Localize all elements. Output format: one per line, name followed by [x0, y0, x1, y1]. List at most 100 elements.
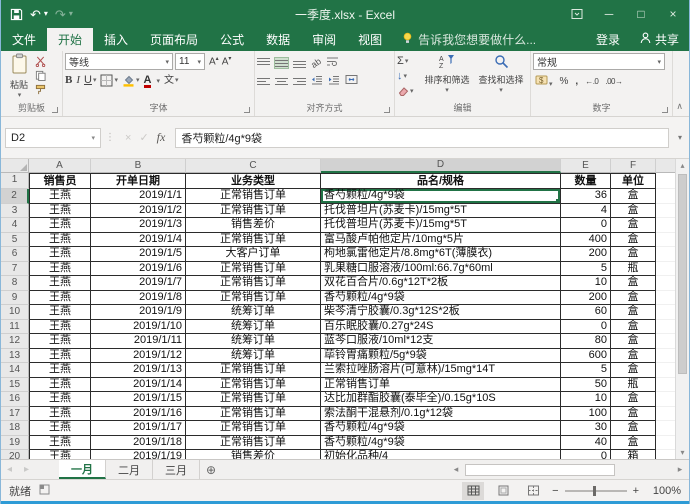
cell-C10[interactable]: 统筹订单 — [186, 305, 321, 320]
cell-C7[interactable]: 正常销售订单 — [186, 261, 321, 276]
cell-B9[interactable]: 2019/1/8 — [91, 290, 186, 305]
empty-cell-area[interactable] — [656, 363, 676, 378]
italic-button[interactable]: I — [76, 75, 80, 86]
new-sheet-button[interactable]: ⊕ — [200, 460, 222, 479]
cell-D18[interactable]: 香芍颗粒/4g*9袋 — [321, 421, 561, 436]
cell-A13[interactable]: 王燕 — [29, 348, 91, 363]
tab-page-layout[interactable]: 页面布局 — [139, 28, 209, 51]
format-painter-icon[interactable] — [35, 83, 46, 95]
cell-E11[interactable]: 0 — [561, 319, 611, 334]
cell-D4[interactable]: 托伐普坦片(苏麦卡)/15mg*5T — [321, 218, 561, 233]
cell-B7[interactable]: 2019/1/6 — [91, 261, 186, 276]
cell-D17[interactable]: 索法酮干混悬剂/0.1g*12袋 — [321, 406, 561, 421]
cut-icon[interactable] — [35, 55, 46, 67]
cell-B4[interactable]: 2019/1/3 — [91, 218, 186, 233]
column-header-C[interactable]: C — [186, 159, 321, 173]
cell-B17[interactable]: 2019/1/16 — [91, 406, 186, 421]
cell-C17[interactable]: 正常销售订单 — [186, 406, 321, 421]
paste-button[interactable]: 粘贴 ▾ — [3, 53, 35, 103]
scroll-right-icon[interactable]: ▸ — [673, 464, 687, 475]
orientation-icon[interactable]: ab — [309, 56, 323, 70]
cell-F19[interactable]: 盒 — [611, 435, 656, 450]
cell-C3[interactable]: 正常销售订单 — [186, 203, 321, 218]
cell-F3[interactable]: 盒 — [611, 203, 656, 218]
undo-button[interactable]: ↶ — [30, 8, 41, 21]
empty-cell-area[interactable] — [656, 407, 676, 421]
font-size-combobox[interactable]: 11 ▾ — [175, 53, 205, 70]
cell-D3[interactable]: 托伐普坦片(苏麦卡)/15mg*5T — [321, 203, 561, 218]
macro-record-icon[interactable] — [39, 484, 50, 498]
sign-in-button[interactable]: 登录 — [586, 28, 630, 51]
zoom-out-button[interactable]: − — [552, 485, 558, 497]
empty-cell-area[interactable] — [656, 320, 676, 334]
cell-A5[interactable]: 王燕 — [29, 232, 91, 247]
cell-C4[interactable]: 销售差价 — [186, 218, 321, 233]
close-button[interactable]: × — [657, 0, 689, 28]
number-dialog-launcher-icon[interactable] — [662, 107, 668, 113]
alignment-dialog-launcher-icon[interactable] — [384, 107, 390, 113]
cell-E5[interactable]: 400 — [561, 232, 611, 247]
cell-B19[interactable]: 2019/1/18 — [91, 435, 186, 450]
tab-formulas[interactable]: 公式 — [209, 28, 255, 51]
horizontal-scroll-thumb[interactable] — [465, 463, 615, 476]
cell-C13[interactable]: 统筹订单 — [186, 348, 321, 363]
formula-input[interactable]: 香芍颗粒/4g*9袋 — [175, 127, 669, 148]
cell-E14[interactable]: 5 — [561, 363, 611, 378]
name-box[interactable]: D2 ▾ — [5, 127, 101, 148]
font-name-combobox[interactable]: 等线 ▾ — [65, 53, 173, 70]
name-box-dropdown-icon[interactable]: ▾ — [91, 134, 95, 142]
row-header-16[interactable]: 16 — [1, 392, 29, 407]
align-bottom-icon[interactable] — [293, 58, 306, 68]
cell-F13[interactable]: 盒 — [611, 348, 656, 363]
empty-cell-area[interactable] — [656, 378, 676, 392]
empty-cell-area[interactable] — [656, 262, 676, 276]
row-header-1[interactable]: 1 — [1, 173, 29, 189]
clipboard-dialog-launcher-icon[interactable] — [52, 107, 58, 113]
font-color-button[interactable]: A — [143, 75, 152, 88]
cell-E13[interactable]: 600 — [561, 348, 611, 363]
font-dialog-launcher-icon[interactable] — [244, 107, 250, 113]
zoom-slider-thumb[interactable] — [592, 485, 596, 496]
empty-cell-area[interactable] — [656, 305, 676, 320]
cell-D12[interactable]: 蓝芩口服液/10ml*12支 — [321, 334, 561, 349]
cell-B11[interactable]: 2019/1/10 — [91, 319, 186, 334]
column-header-B[interactable]: B — [91, 159, 186, 173]
zoom-in-button[interactable]: + — [633, 485, 639, 497]
cell-C12[interactable]: 统筹订单 — [186, 334, 321, 349]
normal-view-button[interactable] — [462, 481, 485, 500]
row-header-13[interactable]: 13 — [1, 348, 29, 363]
scroll-down-icon[interactable]: ▾ — [681, 446, 685, 459]
column-header-E[interactable]: E — [561, 159, 611, 173]
cell-E20[interactable]: 0 — [561, 450, 611, 459]
row-header-12[interactable]: 12 — [1, 334, 29, 349]
cell-B12[interactable]: 2019/1/11 — [91, 334, 186, 349]
underline-button[interactable]: U ▾ — [84, 75, 96, 86]
scroll-up-icon[interactable]: ▴ — [681, 159, 685, 172]
sheet-tab-january[interactable]: 一月 — [59, 460, 106, 479]
autosum-button[interactable]: Σ ▾ — [397, 54, 420, 68]
cell-D9[interactable]: 香芍颗粒/4g*9袋 — [321, 290, 561, 305]
cell-F10[interactable]: 盒 — [611, 305, 656, 320]
cell-C19[interactable]: 正常销售订单 — [186, 435, 321, 450]
decrease-indent-icon[interactable] — [311, 72, 323, 90]
empty-cell-area[interactable] — [656, 349, 676, 363]
cell-A17[interactable]: 王燕 — [29, 406, 91, 421]
row-header-5[interactable]: 5 — [1, 232, 29, 247]
row-header-6[interactable]: 6 — [1, 247, 29, 262]
cell-B16[interactable]: 2019/1/15 — [91, 392, 186, 407]
find-select-button[interactable]: 查找和选择 ▾ — [474, 53, 528, 103]
cell-F2[interactable]: 盒 — [611, 189, 656, 204]
table-header-cell-A[interactable]: 销售员 — [29, 173, 91, 189]
tab-file[interactable]: 文件 — [1, 28, 47, 51]
cell-B3[interactable]: 2019/1/2 — [91, 203, 186, 218]
column-header-F[interactable]: F — [611, 159, 656, 173]
cell-F12[interactable]: 盒 — [611, 334, 656, 349]
cell-E18[interactable]: 30 — [561, 421, 611, 436]
sort-filter-button[interactable]: AZ 排序和筛选 ▾ — [420, 53, 474, 103]
cancel-icon[interactable]: × — [125, 132, 131, 144]
cell-D13[interactable]: 荜铃胃痛颗粒/5g*9袋 — [321, 348, 561, 363]
cell-E16[interactable]: 10 — [561, 392, 611, 407]
grow-font-button[interactable]: A▴ — [209, 55, 219, 67]
maximize-button[interactable]: □ — [625, 0, 657, 28]
cell-E3[interactable]: 4 — [561, 203, 611, 218]
